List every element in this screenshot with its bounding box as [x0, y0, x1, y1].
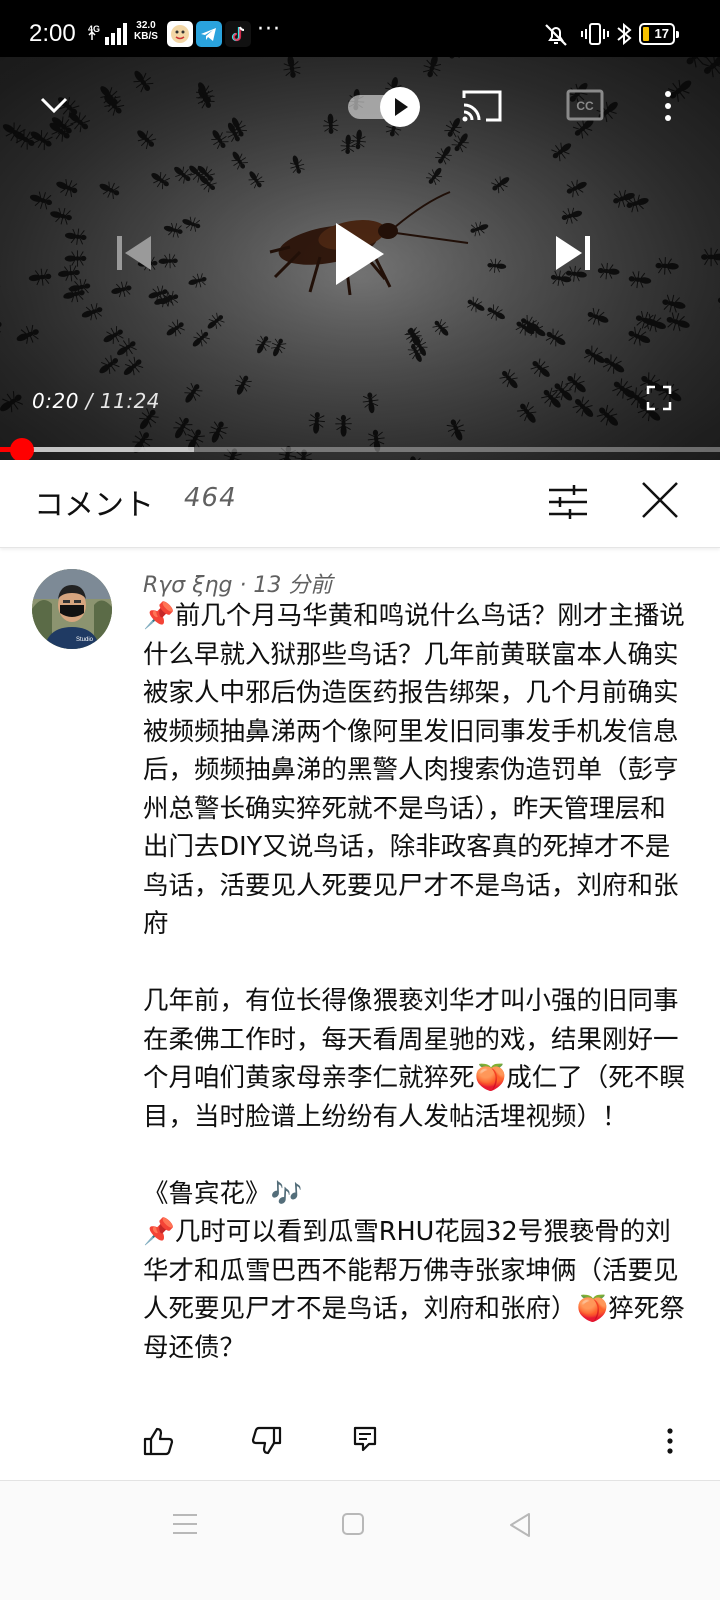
video-player[interactable]: CC 0:20 / 11:24: [0, 57, 720, 460]
network-speed: 32.0 KB/S: [134, 20, 158, 42]
comment-more-icon[interactable]: [662, 1425, 678, 1457]
comment-time: 13 分前: [253, 573, 333, 598]
mute-icon: [545, 24, 567, 46]
home-icon[interactable]: [341, 1511, 365, 1537]
comments-header: コメント 464: [0, 460, 720, 548]
comments-count: 464: [184, 483, 237, 513]
svg-text:CC: CC: [576, 99, 594, 113]
play-icon[interactable]: [332, 219, 388, 289]
network-type: 4G: [88, 24, 100, 34]
system-navigation-bar: [0, 1480, 720, 1600]
autoplay-toggle[interactable]: [348, 87, 422, 127]
progress-bar[interactable]: [0, 438, 720, 460]
svg-text:Studio: Studio: [76, 637, 94, 643]
avatar[interactable]: Studio: [32, 569, 112, 649]
more-notifications: ···: [257, 17, 281, 42]
close-icon[interactable]: [638, 478, 682, 522]
like-icon[interactable]: [142, 1425, 174, 1457]
comments-title: コメント: [34, 488, 154, 523]
battery-level: 17: [654, 26, 669, 41]
more-options-icon[interactable]: [660, 89, 676, 123]
comment-item: Studio Rγσ ξηg · 13 分前 📌前几个月马华黄和鸣说什么鸟话？刚…: [0, 549, 720, 1480]
comment-meta: Rγσ ξηg · 13 分前: [143, 573, 333, 598]
minimize-chevron-icon[interactable]: [38, 93, 70, 117]
tiktok-icon: [225, 21, 251, 47]
duration: 11:24: [99, 389, 161, 413]
cellular-signal-icon: 4G: [88, 23, 127, 45]
dislike-icon[interactable]: [251, 1425, 283, 1457]
status-time: 2:00: [29, 20, 76, 47]
app-notification-icon: [167, 21, 193, 47]
captions-icon[interactable]: CC: [566, 89, 604, 121]
previous-icon[interactable]: [115, 233, 153, 273]
status-bar: 2:00 4G 32.0 KB/S ··· 17: [0, 0, 720, 57]
bluetooth-icon: [617, 22, 632, 46]
comment-author[interactable]: Rγσ ξηg: [143, 573, 232, 598]
reply-icon[interactable]: [352, 1425, 378, 1453]
progress-scrubber[interactable]: [9, 438, 34, 460]
telegram-icon: [196, 21, 222, 47]
next-icon[interactable]: [554, 233, 592, 273]
cast-icon[interactable]: [461, 89, 503, 123]
current-time: 0:20: [32, 389, 79, 413]
comment-actions: [0, 1425, 720, 1465]
vibrate-icon: [581, 23, 609, 45]
back-icon[interactable]: [507, 1511, 533, 1539]
comment-text: 📌前几个月马华黄和鸣说什么鸟话？刚才主播说什么早就入狱那些鸟话？几年前黄联富本人…: [143, 601, 685, 1363]
autoplay-play-icon: [380, 87, 420, 127]
sort-filter-icon[interactable]: [548, 482, 588, 522]
battery-icon: 17: [639, 23, 679, 45]
fullscreen-icon[interactable]: [646, 385, 672, 411]
recent-apps-icon[interactable]: [172, 1511, 198, 1537]
time-display: 0:20 / 11:24: [32, 389, 161, 413]
